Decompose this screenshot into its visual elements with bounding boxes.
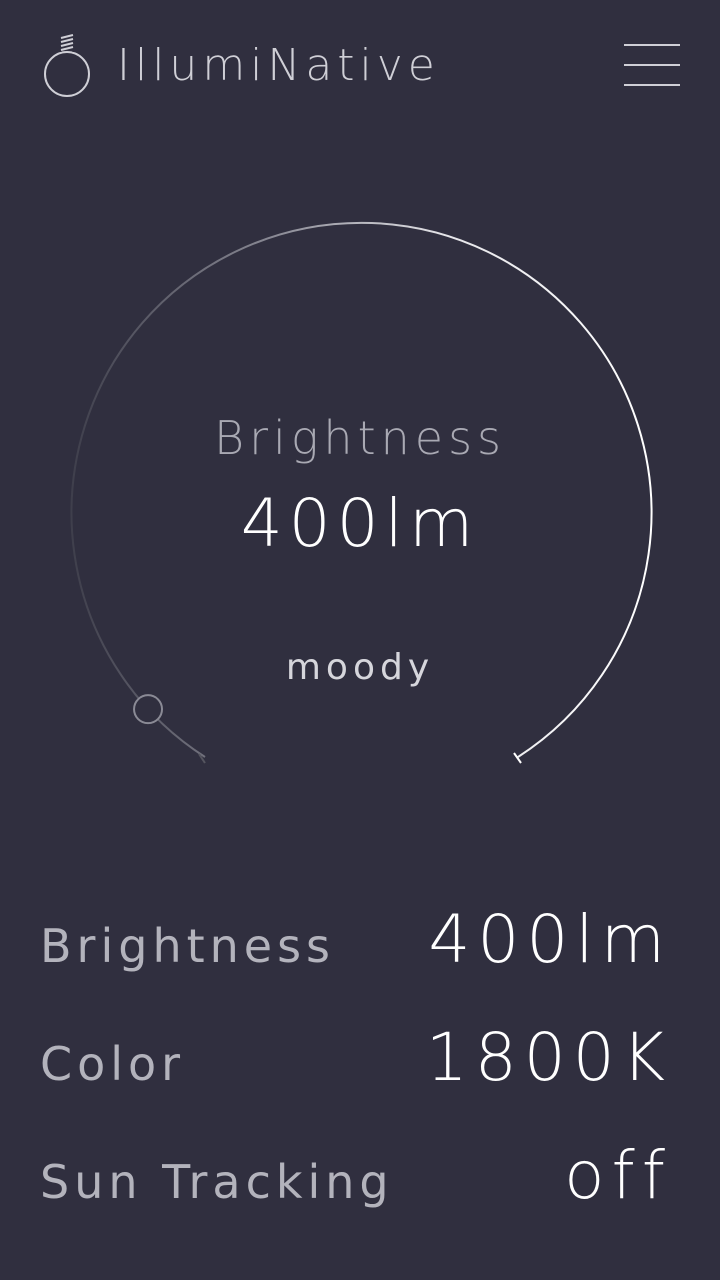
setting-label: Sun Tracking <box>40 1155 394 1209</box>
setting-label: Color <box>40 1037 186 1091</box>
app-title: IllumiNative <box>117 40 440 91</box>
menu-button[interactable] <box>620 40 684 90</box>
brightness-dial[interactable]: Brightness 400lm moody <box>0 200 720 800</box>
setting-value: 400lm <box>428 901 672 978</box>
setting-value: off <box>564 1137 672 1214</box>
setting-row-brightness[interactable]: Brightness 400lm <box>0 901 720 1006</box>
app-header: IllumiNative <box>0 0 720 140</box>
hamburger-menu-icon <box>624 44 680 86</box>
dial-value: 400lm <box>240 485 480 562</box>
setting-row-sun-tracking[interactable]: Sun Tracking off <box>0 1137 720 1242</box>
dial-handle[interactable] <box>133 694 164 725</box>
setting-value: 1800K <box>425 1019 672 1096</box>
dial-title: Brightness <box>214 411 506 465</box>
lightbulb-icon <box>44 34 90 97</box>
dial-end-tick <box>513 752 522 764</box>
dial-mood-label: moody <box>285 647 435 688</box>
setting-row-color[interactable]: Color 1800K <box>0 1019 720 1124</box>
setting-label: Brightness <box>40 919 336 973</box>
